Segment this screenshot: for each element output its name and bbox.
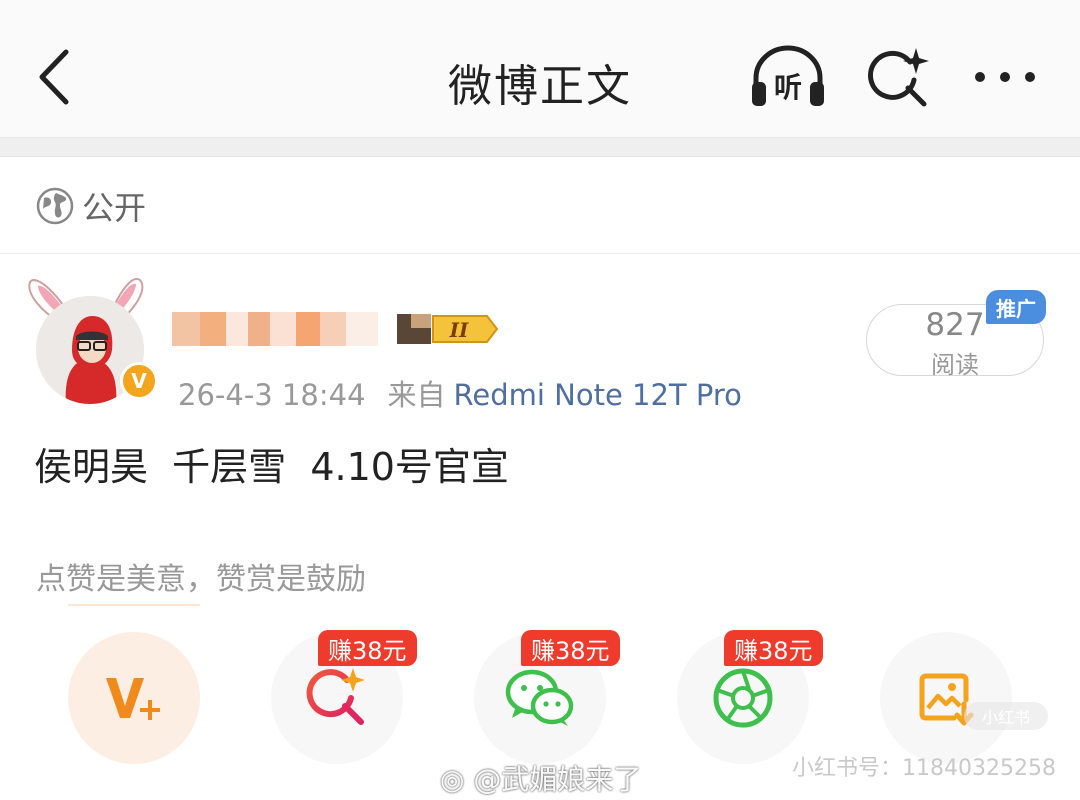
globe-icon bbox=[36, 187, 74, 225]
listen-button[interactable]: 听 bbox=[748, 44, 828, 110]
moments-shutter-icon bbox=[713, 668, 773, 728]
author-name-redacted[interactable] bbox=[172, 312, 382, 346]
post-timestamp: 26-4-3 18:44 bbox=[178, 378, 366, 412]
sparkle-search-button[interactable] bbox=[866, 46, 932, 110]
member-level-label: II bbox=[449, 318, 469, 342]
headphones-listen-icon: 听 bbox=[752, 45, 824, 106]
verified-badge: V bbox=[120, 362, 158, 400]
vip-plus-button[interactable] bbox=[68, 632, 200, 764]
earn-reward-tag: 赚38元 bbox=[521, 630, 620, 666]
more-dots-icon bbox=[975, 72, 1035, 82]
post-meta: 26-4-3 18:44 来自 Redmi Note 12T Pro bbox=[178, 372, 742, 414]
weibo-watermark-handle: @武媚娘来了 bbox=[473, 763, 642, 796]
v-plus-icon bbox=[106, 678, 160, 720]
wechat-icon bbox=[505, 669, 574, 726]
weibo-post-detail-page: 微博正文 听 公开 V II 26-4-3 18:44 来自 Redmi Not… bbox=[0, 0, 1080, 800]
reward-hint: 点赞是美意，赞赏是鼓励 bbox=[36, 562, 366, 597]
promote-badge[interactable]: 推广 bbox=[986, 290, 1046, 324]
post-source-prefix: 来自 bbox=[387, 378, 446, 412]
top-nav-bar: 微博正文 听 bbox=[0, 0, 1080, 137]
visibility-label: 公开 bbox=[82, 189, 147, 227]
read-label: 阅读 bbox=[931, 351, 979, 379]
weibo-watermark: ◎ @武媚娘来了 bbox=[440, 758, 641, 798]
earn-reward-tag: 赚38元 bbox=[724, 630, 823, 666]
post-source-device[interactable]: Redmi Note 12T Pro bbox=[454, 378, 742, 412]
earn-reward-tag: 赚38元 bbox=[318, 630, 417, 666]
sparkle-search-icon bbox=[868, 48, 929, 107]
save-image-button[interactable] bbox=[880, 632, 1012, 764]
author-avatar[interactable]: V bbox=[22, 272, 158, 404]
visibility-status: 公开 bbox=[36, 184, 146, 228]
decorative-underline bbox=[68, 604, 200, 606]
listen-label: 听 bbox=[774, 71, 802, 104]
more-options-button[interactable] bbox=[972, 60, 1038, 94]
weibo-logo-icon: ◎ bbox=[440, 763, 474, 796]
divider bbox=[0, 253, 1080, 254]
sparkle-search-icon bbox=[306, 668, 365, 725]
xiaohongshu-watermark-logo: 小红书 bbox=[964, 702, 1048, 730]
member-level-badge[interactable]: II bbox=[397, 310, 501, 348]
xiaohongshu-watermark-id: 小红书号：11840325258 bbox=[792, 756, 1056, 781]
post-content: 侯明昊 千层雪 4.10号官宣 bbox=[34, 445, 509, 489]
section-separator bbox=[0, 137, 1080, 157]
